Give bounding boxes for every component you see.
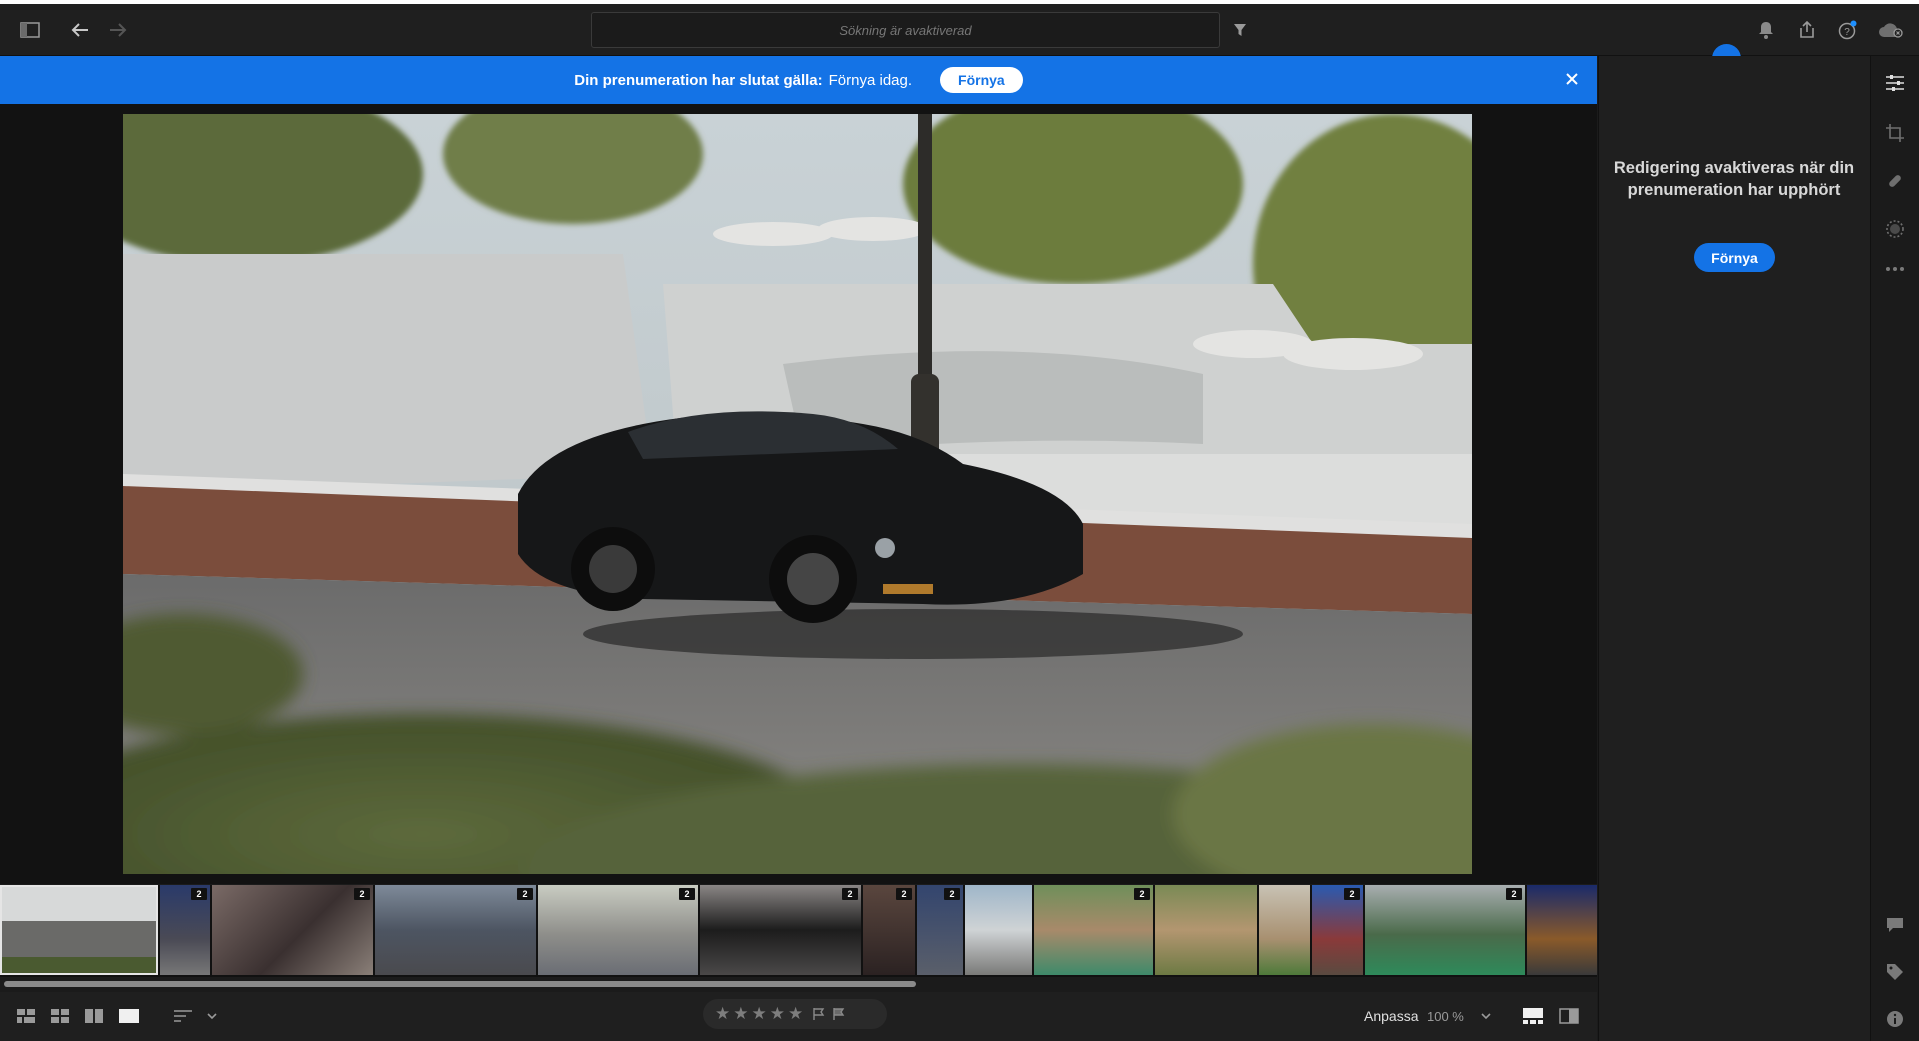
filmstrip-thumbnail[interactable]: 2 (917, 885, 963, 975)
stack-badge: 2 (354, 888, 370, 900)
filmstrip: 2 2 2 2 2 2 2 2 2 2 (0, 885, 1597, 977)
fit-button[interactable]: Anpassa (1364, 1008, 1418, 1024)
filmstrip-thumbnail[interactable] (1527, 885, 1597, 975)
filmstrip-thumbnail[interactable]: 2 (1365, 885, 1525, 975)
tag-icon[interactable] (1880, 957, 1910, 987)
stack-badge: 2 (1134, 888, 1150, 900)
filmstrip-thumbnail[interactable] (1155, 885, 1257, 975)
zoom-chevron-down-icon[interactable] (1478, 1004, 1494, 1028)
filmstrip-thumbnail[interactable]: 2 (1312, 885, 1363, 975)
detail-view-icon[interactable] (116, 1004, 142, 1028)
stack-badge: 2 (896, 888, 912, 900)
filmstrip-thumbnail[interactable]: 2 (1034, 885, 1153, 975)
edit-panel (1598, 56, 1871, 1041)
banner-renew-button[interactable]: Förnya (940, 67, 1023, 93)
crop-icon[interactable] (1880, 118, 1910, 148)
banner-message: Din prenumeration har slutat gälla: (574, 71, 823, 89)
filmstrip-thumbnail[interactable]: 2 (160, 885, 210, 975)
close-icon[interactable] (1561, 68, 1583, 90)
filmstrip-thumbnail[interactable]: 2 (863, 885, 915, 975)
chevron-down-icon[interactable] (204, 1004, 220, 1028)
flag-pick-icon[interactable] (812, 1007, 826, 1021)
bell-icon[interactable] (1754, 4, 1778, 55)
banner-renew-text: Förnya idag. (828, 71, 913, 89)
filmstrip-thumbnail[interactable]: 2 (375, 885, 536, 975)
subscription-banner: Din prenumeration har slutat gälla: Förn… (0, 56, 1597, 104)
search-bar[interactable] (591, 12, 1220, 48)
stack-badge: 2 (944, 888, 960, 900)
masking-icon[interactable] (1880, 214, 1910, 244)
stack-badge: 2 (842, 888, 858, 900)
grid-view-icon[interactable] (48, 1004, 72, 1028)
filmstrip-thumbnail[interactable]: 2 (212, 885, 373, 975)
right-rail (1870, 56, 1919, 1041)
filmstrip-thumbnail[interactable]: 2 (700, 885, 861, 975)
stack-badge: 2 (679, 888, 695, 900)
before-after-icon[interactable] (1556, 1004, 1582, 1028)
sort-icon[interactable] (170, 1004, 196, 1028)
forward-arrow-icon[interactable] (104, 4, 132, 55)
cloud-status-icon[interactable] (1876, 4, 1906, 55)
stack-badge: 2 (517, 888, 533, 900)
filmstrip-thumbnail[interactable] (0, 885, 158, 975)
edit-sliders-icon[interactable] (1880, 68, 1910, 98)
stack-badge: 2 (1344, 888, 1360, 900)
flag-reject-icon[interactable] (832, 1007, 846, 1021)
rating-stars[interactable]: ★★★★★ (715, 1004, 806, 1024)
bottom-toolbar: ★★★★★ Anpassa 100 % (0, 992, 1597, 1041)
rating-control[interactable]: ★★★★★ (703, 999, 887, 1029)
main-photo[interactable] (123, 114, 1472, 874)
flag-group (812, 1007, 846, 1021)
back-arrow-icon[interactable] (66, 4, 94, 55)
share-icon[interactable] (1794, 4, 1820, 55)
sidebar-toggle-icon[interactable] (16, 4, 44, 55)
compare-view-icon[interactable] (82, 1004, 106, 1028)
filmstrip-scrollbar[interactable] (4, 981, 916, 987)
healing-brush-icon[interactable] (1880, 166, 1910, 196)
zoom-level[interactable]: 100 % (1427, 1009, 1464, 1024)
filmstrip-thumbnail[interactable] (965, 885, 1032, 975)
comment-icon[interactable] (1880, 910, 1910, 940)
filmstrip-thumbnail[interactable]: 2 (538, 885, 698, 975)
stack-badge: 2 (191, 888, 207, 900)
info-icon[interactable] (1880, 1004, 1910, 1034)
square-grid-icon[interactable] (14, 1004, 38, 1028)
filmstrip-toggle-icon[interactable] (1520, 1004, 1546, 1028)
filmstrip-thumbnail[interactable] (1259, 885, 1310, 975)
stack-badge: 2 (1506, 888, 1522, 900)
panel-renew-button[interactable]: Förnya (1694, 243, 1775, 272)
filter-icon[interactable] (1228, 4, 1252, 55)
search-input[interactable] (592, 21, 1219, 39)
top-toolbar: ? (0, 4, 1919, 56)
editing-disabled-message: Redigering avaktiveras när din prenumera… (1613, 159, 1855, 199)
svg-text:?: ? (1844, 27, 1850, 38)
help-icon[interactable]: ? (1834, 4, 1860, 55)
more-options-icon[interactable] (1880, 254, 1910, 284)
